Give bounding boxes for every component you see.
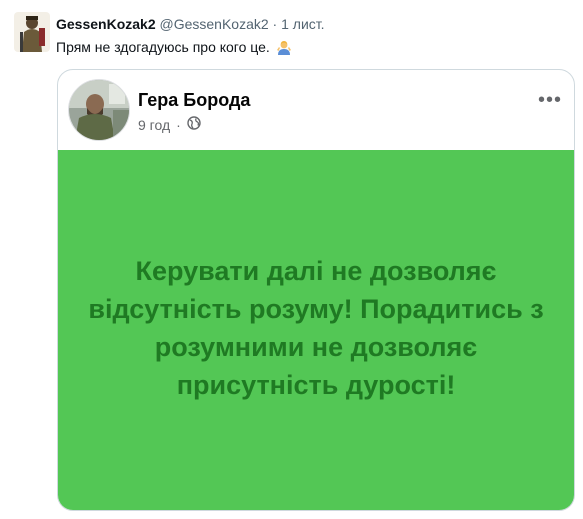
facebook-post-card[interactable]: Гера Борода 9 год · ••• Керувати далі не… <box>57 69 575 511</box>
facebook-post-time[interactable]: 9 год <box>138 117 170 133</box>
separator-dot: · <box>272 16 278 32</box>
display-name[interactable]: GessenKozak2 <box>56 16 156 32</box>
avatar-image <box>14 12 50 52</box>
colored-post-background: Керувати далі не дозволяє відсутність ро… <box>58 150 574 510</box>
author-photo <box>69 80 129 140</box>
facebook-author-avatar[interactable] <box>68 79 130 141</box>
tweet: GessenKozak2 @GessenKozak2 · 1 лист. Пря… <box>0 0 583 519</box>
globe-icon <box>187 116 201 133</box>
facebook-author-name[interactable]: Гера Борода <box>138 90 250 111</box>
person-shrugging-emoji-icon <box>276 39 292 59</box>
facebook-post-text: Керувати далі не дозволяє відсутність ро… <box>88 256 544 400</box>
tweet-timestamp[interactable]: 1 лист. <box>281 16 324 32</box>
tweet-text-content: Прям не здогадуюсь про кого це. <box>56 39 270 55</box>
meta-separator: · <box>176 116 181 133</box>
handle[interactable]: @GessenKozak2 <box>160 16 269 32</box>
more-dots-icon[interactable]: ••• <box>538 90 562 110</box>
facebook-post-meta: 9 год · <box>138 116 201 133</box>
user-avatar[interactable] <box>14 12 50 52</box>
tweet-header: GessenKozak2 @GessenKozak2 · 1 лист. <box>56 15 325 33</box>
tweet-text: Прям не здогадуюсь про кого це. <box>56 38 292 59</box>
